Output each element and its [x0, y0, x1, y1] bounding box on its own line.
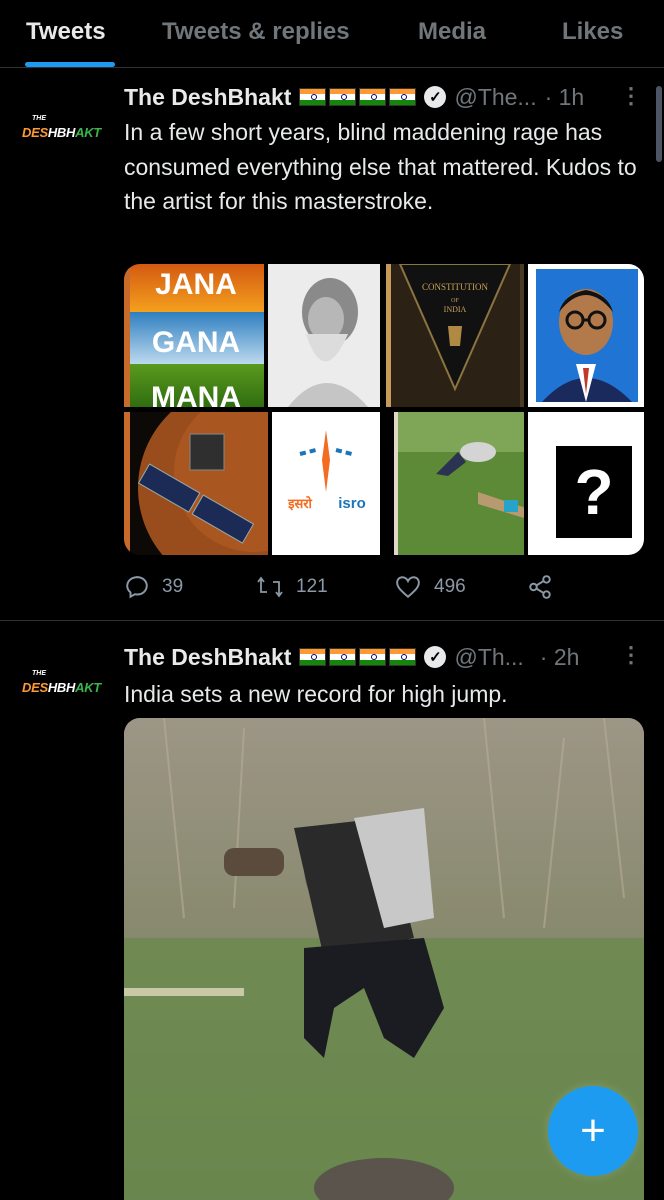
- tab-likes[interactable]: Likes: [562, 18, 623, 46]
- reply-icon: [126, 576, 148, 599]
- constitution-india: INDIA: [444, 305, 467, 314]
- avatar[interactable]: THE DESHBHAKT: [20, 670, 104, 712]
- avatar[interactable]: THE DESHBHAKT: [20, 115, 104, 157]
- india-flag-icon: [329, 648, 357, 666]
- tweet-actions: 39 121 496: [124, 574, 584, 604]
- verified-icon: ✓: [424, 86, 447, 108]
- more-icon[interactable]: ⋮: [620, 642, 642, 668]
- tweet-text: India sets a new record for high jump.: [124, 681, 508, 707]
- isro-hindi: इसरो: [287, 496, 312, 512]
- media-ambedkar-portrait[interactable]: [528, 264, 644, 407]
- tab-tweets-and-replies[interactable]: Tweets & replies: [162, 18, 350, 46]
- media-constitution-book[interactable]: CONSTITUTION OF INDIA: [386, 264, 524, 407]
- retweet-icon: [257, 576, 283, 598]
- tweet-text: In a few short years, blind maddening ra…: [124, 119, 637, 214]
- tweet-header: The DeshBhakt ✓ @The... · 1h: [124, 82, 584, 112]
- india-flag-icon: [359, 648, 387, 666]
- share-icon: [529, 575, 551, 599]
- avatar-small-text: THE: [32, 670, 46, 677]
- india-flag-icon: [299, 648, 327, 666]
- heart-icon: [396, 576, 420, 599]
- like-button[interactable]: 496: [394, 574, 466, 600]
- media-jana-gana-mana[interactable]: JANA GANA MANA: [124, 264, 264, 407]
- like-count: 496: [434, 576, 466, 597]
- author-handle[interactable]: @The...: [454, 84, 536, 111]
- avatar-small-text: THE: [32, 115, 46, 122]
- media-tagore-portrait[interactable]: [268, 264, 380, 407]
- retweet-button[interactable]: 121: [256, 574, 328, 600]
- tweet-header: The DeshBhakt ✓ @Th... · 2h: [124, 642, 579, 672]
- tweet-time[interactable]: · 1h: [545, 84, 585, 111]
- tweet-time[interactable]: · 2h: [540, 644, 580, 671]
- author-name[interactable]: The DeshBhakt: [124, 644, 291, 671]
- reply-count: 39: [162, 576, 184, 597]
- constitution-title: CONSTITUTION: [422, 282, 488, 292]
- tab-tweets[interactable]: Tweets: [26, 18, 106, 46]
- author-name[interactable]: The DeshBhakt: [124, 84, 291, 111]
- media-mangalyaan[interactable]: [124, 412, 268, 555]
- more-icon[interactable]: ⋮: [620, 83, 642, 109]
- tweet-media-grid[interactable]: JANA GANA MANA CONSTITUTION OF INDIA इसर…: [124, 264, 644, 555]
- reply-button[interactable]: 39: [124, 574, 183, 600]
- media-isro-logo[interactable]: इसरो isro: [272, 412, 380, 555]
- question-text: ?: [574, 456, 614, 528]
- profile-tabs: Tweets Tweets & replies Media Likes: [0, 0, 664, 68]
- author-handle[interactable]: @Th...: [454, 644, 523, 671]
- jana-text: JANA: [155, 268, 237, 301]
- isro-en: isro: [338, 495, 366, 512]
- plus-icon: +: [580, 1106, 606, 1155]
- mana-text: MANA: [151, 381, 241, 407]
- gana-text: GANA: [152, 326, 240, 359]
- share-button[interactable]: [527, 574, 565, 600]
- india-flag-icon: [389, 88, 417, 106]
- compose-tweet-button[interactable]: +: [548, 1086, 638, 1176]
- media-lynching-photo[interactable]: [394, 412, 524, 555]
- constitution-of: OF: [451, 298, 459, 304]
- media-question-mark[interactable]: ?: [528, 412, 644, 555]
- flag-emojis: [299, 648, 417, 666]
- india-flag-icon: [359, 88, 387, 106]
- verified-icon: ✓: [424, 646, 447, 668]
- tab-media[interactable]: Media: [418, 18, 486, 46]
- india-flag-icon: [299, 88, 327, 106]
- avatar-brand: DESHBHAKT: [22, 125, 101, 140]
- india-flag-icon: [329, 88, 357, 106]
- flag-emojis: [299, 88, 417, 106]
- retweet-count: 121: [296, 576, 328, 597]
- india-flag-icon: [389, 648, 417, 666]
- avatar-brand: DESHBHAKT: [22, 680, 101, 695]
- tweet[interactable]: THE DESHBHAKT The DeshBhakt ✓ @The... · …: [0, 69, 664, 621]
- active-tab-indicator: [25, 62, 115, 67]
